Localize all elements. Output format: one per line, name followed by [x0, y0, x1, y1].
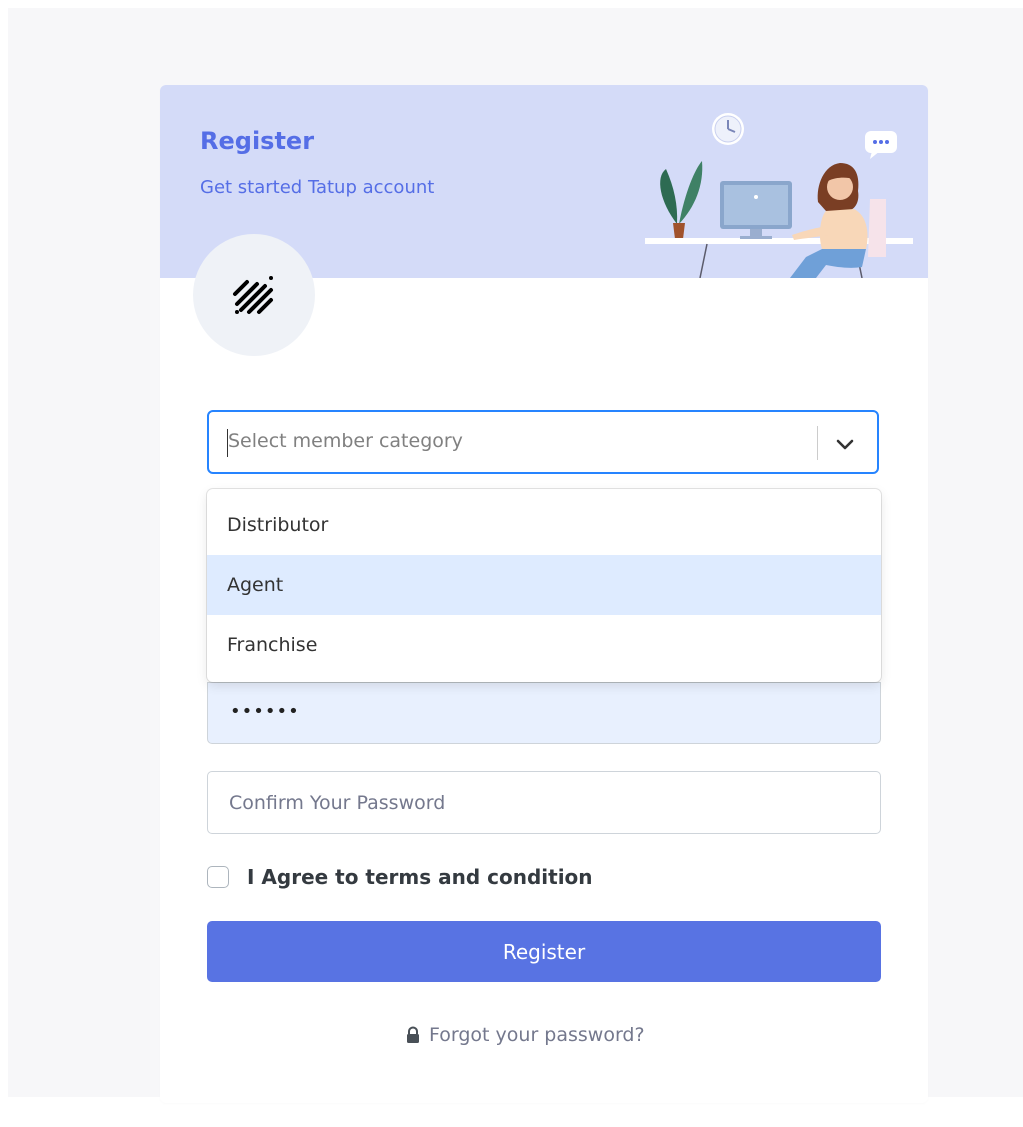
chevron-down-icon[interactable] — [833, 432, 857, 456]
password-field[interactable]: •••••• — [207, 682, 881, 744]
forgot-password-label: Forgot your password? — [429, 1024, 645, 1046]
person-at-desk-illustration — [645, 113, 913, 278]
register-card: Register Get started Tatup account Selec… — [160, 85, 928, 1103]
diagonal-stripes-logo-icon — [233, 276, 273, 314]
lock-icon — [407, 1026, 419, 1043]
member-category-placeholder: Select member category — [228, 430, 463, 452]
register-button[interactable]: Register — [207, 921, 881, 982]
forgot-password-link[interactable]: Forgot your password? — [405, 1024, 645, 1046]
option-agent[interactable]: Agent — [207, 555, 881, 615]
terms-agree-row: I Agree to terms and condition — [207, 864, 593, 890]
option-distributor[interactable]: Distributor — [207, 495, 881, 555]
brand-logo — [193, 234, 315, 356]
terms-checkbox[interactable] — [207, 866, 229, 888]
option-franchise[interactable]: Franchise — [207, 615, 881, 675]
member-category-select[interactable]: Select member category — [207, 410, 879, 474]
password-value: •••••• — [230, 701, 300, 722]
terms-label[interactable]: I Agree to terms and condition — [247, 865, 593, 889]
banner-title: Register — [200, 127, 315, 155]
select-indicator-separator — [817, 426, 818, 460]
member-category-menu: Distributor Agent Franchise — [207, 489, 881, 682]
banner-subtitle: Get started Tatup account — [200, 177, 435, 198]
confirm-password-field[interactable] — [207, 771, 881, 834]
